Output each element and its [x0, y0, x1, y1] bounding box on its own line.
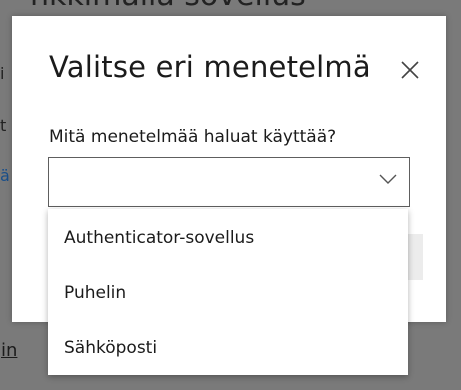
method-dropdown-list: Authenticator-sovellus Puhelin Sähköpost…	[48, 209, 408, 375]
chevron-down-icon	[379, 174, 397, 184]
option-phone[interactable]: Puhelin	[48, 266, 408, 321]
dialog-title: Valitse eri menetelmä	[49, 50, 371, 84]
close-icon	[401, 61, 419, 79]
option-authenticator-app[interactable]: Authenticator-sovellus	[48, 209, 408, 266]
method-select[interactable]	[48, 157, 410, 207]
method-question-label: Mitä menetelmää haluat käyttää?	[49, 127, 337, 147]
background-text-fragment: t	[0, 116, 7, 135]
background-page-title: nkkimalla sovellus	[30, 0, 306, 13]
background-link-fragment: ä	[0, 166, 10, 185]
option-email[interactable]: Sähköposti	[48, 321, 408, 376]
background-text-fragment: i	[0, 64, 5, 83]
background-link: in	[1, 340, 18, 361]
close-button[interactable]	[397, 57, 423, 83]
